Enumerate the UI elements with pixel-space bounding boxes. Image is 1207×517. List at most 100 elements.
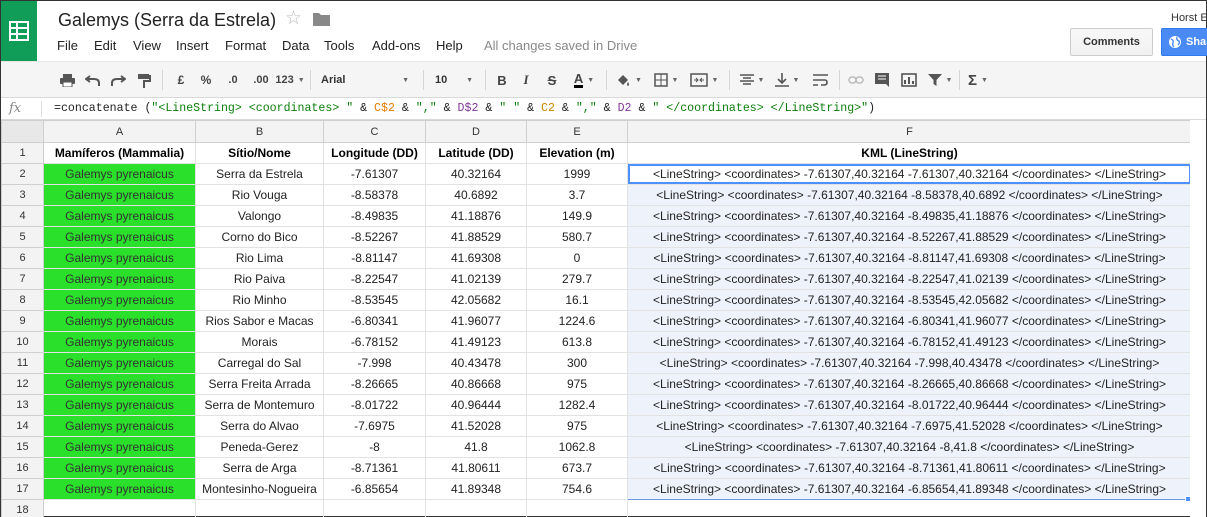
elevation-cell[interactable]: 673.7 xyxy=(526,457,628,479)
menu-file[interactable]: File xyxy=(57,38,78,53)
row-header[interactable]: 13 xyxy=(1,394,44,416)
empty-cell[interactable] xyxy=(43,499,196,517)
row-header[interactable]: 1 xyxy=(1,142,44,164)
elevation-cell[interactable]: 975 xyxy=(526,415,628,437)
site-cell[interactable]: Rio Paiva xyxy=(195,268,324,290)
site-cell[interactable]: Rio Lima xyxy=(195,247,324,269)
menu-addons[interactable]: Add-ons xyxy=(372,38,420,53)
site-cell[interactable]: Rio Vouga xyxy=(195,184,324,206)
increase-decimal-button[interactable]: .00 xyxy=(248,70,274,90)
kml-cell[interactable]: <LineString> <coordinates> -7.61307,40.3… xyxy=(627,268,1192,290)
species-cell[interactable]: Galemys pyrenaicus xyxy=(43,394,196,416)
sheets-logo-icon[interactable] xyxy=(1,1,37,61)
header-cell[interactable]: Elevation (m) xyxy=(526,142,628,164)
menu-view[interactable]: View xyxy=(133,38,161,53)
empty-cell[interactable] xyxy=(195,499,324,517)
species-cell[interactable]: Galemys pyrenaicus xyxy=(43,247,196,269)
kml-cell[interactable]: <LineString> <coordinates> -7.61307,40.3… xyxy=(627,247,1192,269)
text-color-button[interactable]: A ▼ xyxy=(569,70,599,90)
undo-icon[interactable] xyxy=(83,70,101,90)
elevation-cell[interactable]: 1999 xyxy=(526,163,628,185)
latitude-cell[interactable]: 41.49123 xyxy=(425,331,527,353)
longitude-cell[interactable]: -6.80341 xyxy=(323,310,426,332)
latitude-cell[interactable]: 40.32164 xyxy=(425,163,527,185)
formula-input[interactable]: =concatenate ("<LineString> <coordinates… xyxy=(54,102,875,115)
filter-button[interactable]: ▼ xyxy=(925,70,955,90)
kml-cell[interactable]: <LineString> <coordinates> -7.61307,40.3… xyxy=(627,331,1192,353)
italic-button[interactable]: I xyxy=(519,70,533,90)
site-cell[interactable]: Morais xyxy=(195,331,324,353)
menu-help[interactable]: Help xyxy=(436,38,463,53)
fill-handle[interactable] xyxy=(1185,496,1191,502)
header-cell[interactable]: KML (LineString) xyxy=(627,142,1192,164)
elevation-cell[interactable]: 580.7 xyxy=(526,226,628,248)
strikethrough-button[interactable]: S xyxy=(544,70,560,90)
row-header[interactable]: 6 xyxy=(1,247,44,269)
species-cell[interactable]: Galemys pyrenaicus xyxy=(43,352,196,374)
longitude-cell[interactable]: -8.53545 xyxy=(323,289,426,311)
row-header[interactable]: 3 xyxy=(1,184,44,206)
latitude-cell[interactable]: 41.69308 xyxy=(425,247,527,269)
site-cell[interactable]: Montesinho-Nogueira xyxy=(195,478,324,500)
row-header[interactable]: 4 xyxy=(1,205,44,227)
species-cell[interactable]: Galemys pyrenaicus xyxy=(43,331,196,353)
row-header[interactable]: 7 xyxy=(1,268,44,290)
menu-format[interactable]: Format xyxy=(225,38,266,53)
empty-cell[interactable] xyxy=(425,499,527,517)
row-header[interactable]: 16 xyxy=(1,457,44,479)
latitude-cell[interactable]: 41.89348 xyxy=(425,478,527,500)
site-cell[interactable]: Peneda-Gerez xyxy=(195,436,324,458)
row-header[interactable]: 2 xyxy=(1,163,44,185)
site-cell[interactable]: Serra de Arga xyxy=(195,457,324,479)
save-status[interactable]: All changes saved in Drive xyxy=(484,38,637,53)
latitude-cell[interactable]: 41.02139 xyxy=(425,268,527,290)
comments-button[interactable]: Comments xyxy=(1070,28,1153,56)
latitude-cell[interactable]: 40.86668 xyxy=(425,373,527,395)
species-cell[interactable]: Galemys pyrenaicus xyxy=(43,436,196,458)
longitude-cell[interactable]: -8.26665 xyxy=(323,373,426,395)
longitude-cell[interactable]: -7.6975 xyxy=(323,415,426,437)
kml-cell[interactable]: <LineString> <coordinates> -7.61307,40.3… xyxy=(627,184,1192,206)
site-cell[interactable]: Rios Sabor e Macas xyxy=(195,310,324,332)
currency-format-button[interactable]: £ xyxy=(174,70,188,90)
elevation-cell[interactable]: 975 xyxy=(526,373,628,395)
row-header[interactable]: 18 xyxy=(1,499,44,517)
longitude-cell[interactable]: -8.01722 xyxy=(323,394,426,416)
site-cell[interactable]: Serra de Montemuro xyxy=(195,394,324,416)
header-cell[interactable]: Longitude (DD) xyxy=(323,142,426,164)
species-cell[interactable]: Galemys pyrenaicus xyxy=(43,457,196,479)
species-cell[interactable]: Galemys pyrenaicus xyxy=(43,373,196,395)
bold-button[interactable]: B xyxy=(494,70,510,90)
species-cell[interactable]: Galemys pyrenaicus xyxy=(43,289,196,311)
star-icon[interactable]: ☆ xyxy=(285,9,302,29)
fill-color-button[interactable]: ▼ xyxy=(615,70,643,90)
row-header[interactable]: 14 xyxy=(1,415,44,437)
row-header[interactable]: 15 xyxy=(1,436,44,458)
kml-cell[interactable]: <LineString> <coordinates> -7.61307,40.3… xyxy=(627,289,1192,311)
elevation-cell[interactable]: 300 xyxy=(526,352,628,374)
longitude-cell[interactable]: -8 xyxy=(323,436,426,458)
document-title[interactable]: Galemys (Serra da Estrela) xyxy=(58,10,276,31)
empty-cell[interactable] xyxy=(526,499,628,517)
column-header-b[interactable]: B xyxy=(195,120,324,143)
share-button[interactable]: Sha xyxy=(1161,28,1207,56)
elevation-cell[interactable]: 149.9 xyxy=(526,205,628,227)
menu-tools[interactable]: Tools xyxy=(324,38,354,53)
redo-icon[interactable] xyxy=(109,70,127,90)
longitude-cell[interactable]: -8.81147 xyxy=(323,247,426,269)
species-cell[interactable]: Galemys pyrenaicus xyxy=(43,268,196,290)
kml-cell[interactable]: <LineString> <coordinates> -7.61307,40.3… xyxy=(627,478,1192,500)
elevation-cell[interactable]: 1282.4 xyxy=(526,394,628,416)
species-cell[interactable]: Galemys pyrenaicus xyxy=(43,310,196,332)
species-cell[interactable]: Galemys pyrenaicus xyxy=(43,478,196,500)
kml-cell[interactable]: <LineString> <coordinates> -7.61307,40.3… xyxy=(627,205,1192,227)
empty-cell[interactable] xyxy=(323,499,426,517)
species-cell[interactable]: Galemys pyrenaicus xyxy=(43,163,196,185)
latitude-cell[interactable]: 42.05682 xyxy=(425,289,527,311)
elevation-cell[interactable]: 3.7 xyxy=(526,184,628,206)
header-cell[interactable]: Sítio/Nome xyxy=(195,142,324,164)
elevation-cell[interactable]: 279.7 xyxy=(526,268,628,290)
paint-format-icon[interactable] xyxy=(135,70,153,90)
longitude-cell[interactable]: -6.78152 xyxy=(323,331,426,353)
species-cell[interactable]: Galemys pyrenaicus xyxy=(43,226,196,248)
